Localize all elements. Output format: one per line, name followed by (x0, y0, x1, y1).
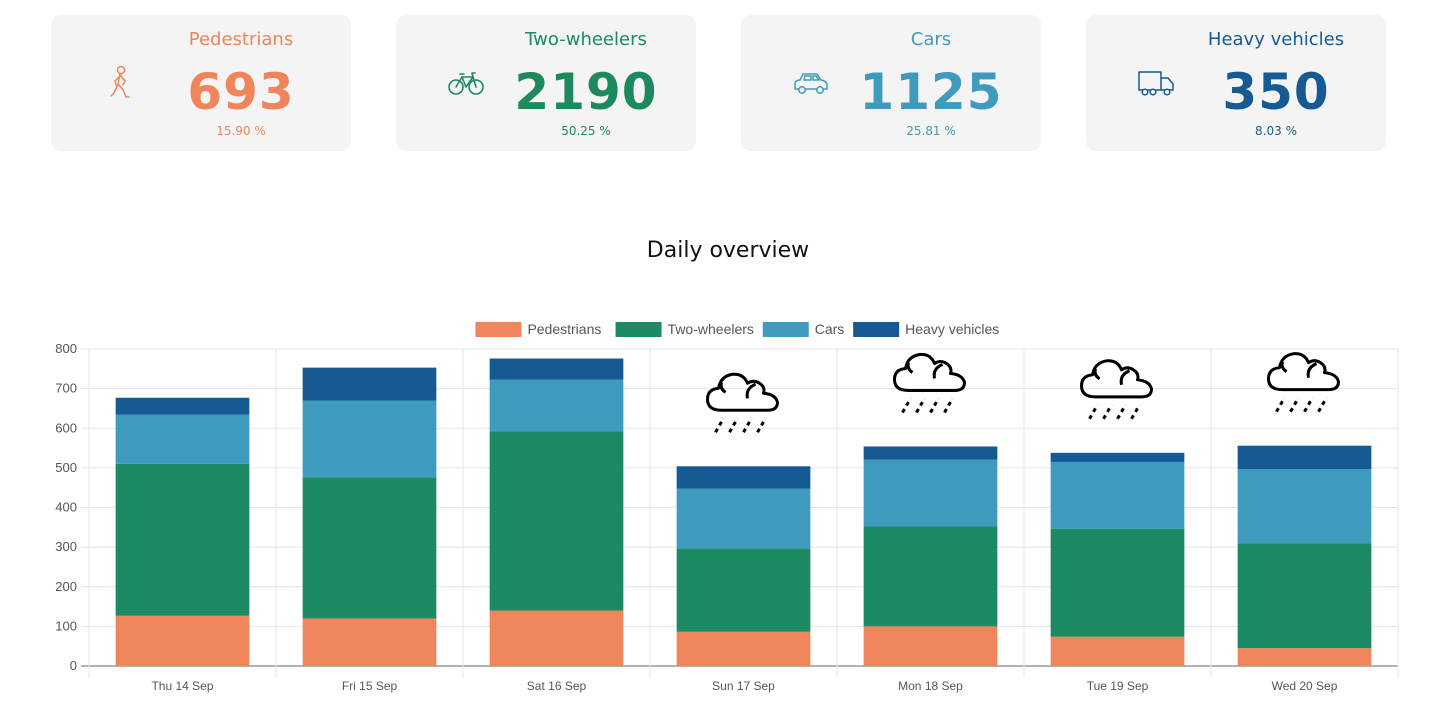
daily-overview-chart: Pedestrians Two-wheelers Cars Heavy vehicle… (55, 321, 1399, 693)
kpi-card-two-wheelers: Two-wheelers 2190 50.25 % (396, 15, 696, 151)
bar-segment-heavy-vehicles (676, 466, 811, 489)
kpi-card-pedestrians: Pedestrians 693 15.90 % (51, 15, 351, 151)
card-percent: 15.90 % (216, 124, 266, 138)
bar-segment-pedestrians (302, 618, 437, 666)
legend-label: Pedestrians (527, 321, 601, 337)
kpi-card-heavy-vehicles: Heavy vehicles 350 8.03 % (1086, 15, 1386, 151)
rain-cloud-icon (1080, 359, 1153, 421)
y-tick-label: 300 (55, 539, 77, 554)
x-tick-label: Mon 18 Sep (898, 679, 963, 693)
card-title: Two-wheelers (525, 29, 647, 50)
legend-item: Two-wheelers (615, 321, 754, 337)
bar-segment-heavy-vehicles (863, 446, 998, 460)
x-tick-label: Sat 16 Sep (527, 679, 587, 693)
bar-segment-pedestrians (1050, 636, 1185, 666)
x-tick-label: Tue 19 Sep (1087, 679, 1149, 693)
card-percent: 25.81 % (906, 124, 956, 138)
legend-label: Cars (815, 321, 845, 337)
bar-segment-cars (302, 400, 437, 478)
bar-segment-two-wheelers (1050, 528, 1185, 637)
y-tick-label: 600 (55, 420, 77, 435)
card-title: Pedestrians (188, 29, 294, 50)
card-title: Heavy vehicles (1207, 29, 1345, 50)
card-value: 350 (1222, 63, 1330, 121)
legend-swatch (853, 322, 900, 337)
legend-label: Two-wheelers (668, 321, 754, 337)
bar-segment-two-wheelers (302, 477, 437, 619)
bar-segment-cars (676, 488, 811, 549)
y-tick-label: 700 (55, 381, 77, 396)
section-title: Daily overview (646, 238, 810, 263)
kpi-card-cars: Cars 1125 25.81 % (741, 15, 1041, 151)
x-tick-label: Sun 17 Sep (712, 679, 775, 693)
bar-segment-heavy-vehicles (1050, 452, 1185, 462)
bar-segment-cars (1237, 469, 1372, 544)
card-value: 1125 (859, 63, 1003, 121)
bar-segment-pedestrians (489, 610, 624, 666)
x-tick-label: Wed 20 Sep (1272, 679, 1338, 693)
card-percent: 8.03 % (1255, 124, 1297, 138)
card-percent: 50.25 % (561, 124, 611, 138)
bar-segment-heavy-vehicles (302, 367, 437, 401)
card-value: 693 (187, 63, 295, 121)
y-tick-label: 400 (55, 500, 77, 515)
bar-segment-cars (489, 379, 624, 432)
bar-segment-heavy-vehicles (1237, 445, 1372, 470)
bar-segment-pedestrians (863, 626, 998, 666)
bar-segment-heavy-vehicles (489, 358, 624, 380)
legend-item: Pedestrians (475, 321, 601, 337)
legend-label: Heavy vehicles (905, 321, 999, 337)
bar-segment-pedestrians (115, 615, 250, 666)
x-tick-label: Fri 15 Sep (342, 679, 398, 693)
bar-segment-two-wheelers (1237, 543, 1372, 649)
legend-swatch (615, 322, 662, 337)
bar-segment-two-wheelers (489, 431, 624, 611)
bar-segment-heavy-vehicles (115, 397, 250, 415)
bar-segment-two-wheelers (676, 548, 811, 632)
x-tick-label: Thu 14 Sep (151, 679, 213, 693)
bar-segment-two-wheelers (863, 526, 998, 627)
bar-segment-cars (1050, 461, 1185, 529)
bar-segment-pedestrians (1237, 648, 1372, 666)
y-tick-label: 500 (55, 460, 77, 475)
rain-cloud-icon (706, 372, 779, 434)
bar-segment-cars (863, 459, 998, 527)
rain-cloud-icon (1267, 352, 1340, 414)
y-tick-label: 800 (55, 341, 77, 356)
bar-segment-cars (115, 414, 250, 464)
y-tick-label: 100 (55, 618, 77, 633)
legend-swatch (762, 322, 809, 337)
y-tick-label: 0 (70, 658, 77, 673)
bar-segment-pedestrians (676, 631, 811, 666)
card-title: Cars (910, 29, 952, 50)
bar-segment-two-wheelers (115, 463, 250, 616)
card-value: 2190 (514, 63, 658, 121)
legend-item: Heavy vehicles (853, 321, 999, 337)
rain-cloud-icon (893, 352, 966, 414)
y-tick-label: 200 (55, 579, 77, 594)
legend-swatch (475, 322, 522, 337)
legend-item: Cars (762, 321, 845, 337)
